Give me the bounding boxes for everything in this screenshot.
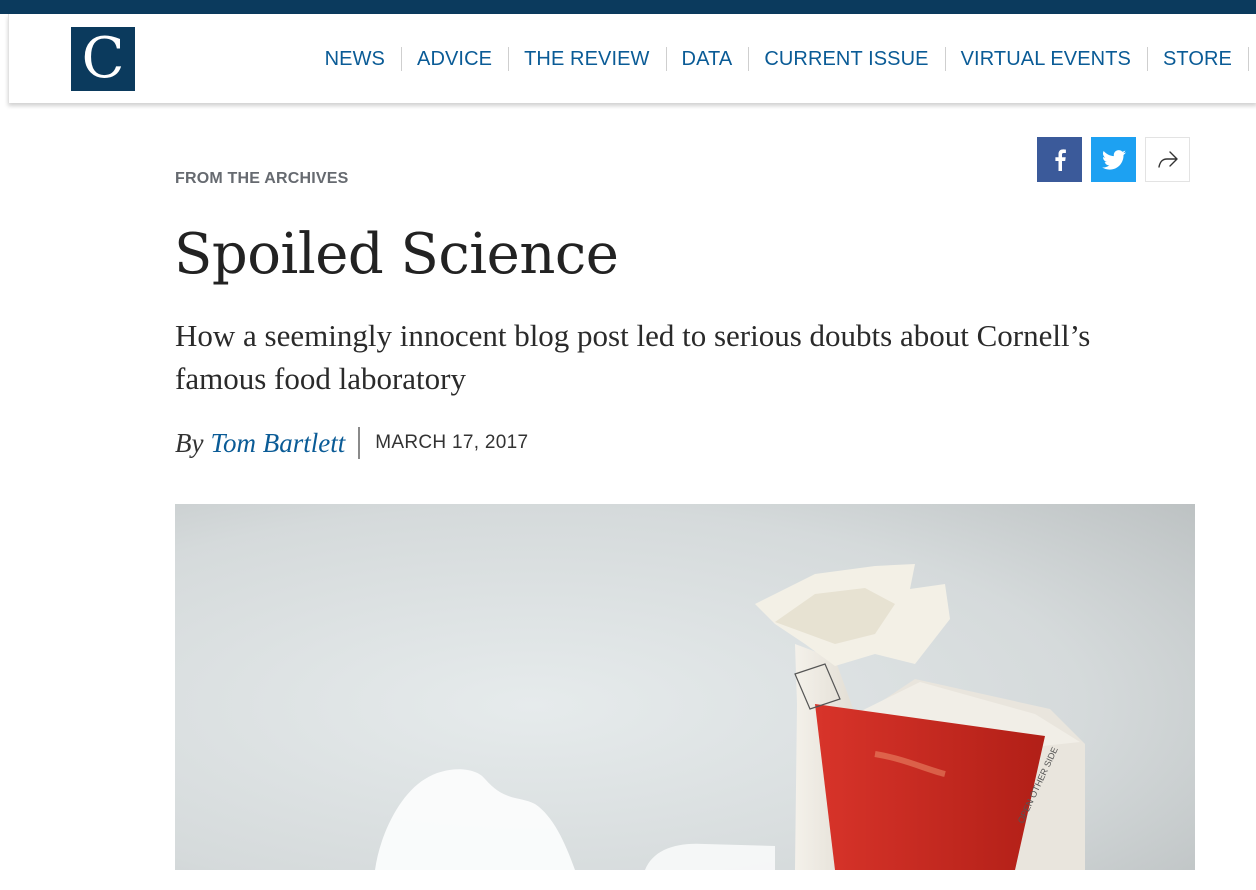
- hero-illustration: OPEN OTHER SIDE: [175, 504, 1195, 870]
- share-buttons: [1037, 137, 1190, 182]
- twitter-share-button[interactable]: [1091, 137, 1136, 182]
- logo-letter: C: [81, 26, 125, 91]
- share-button[interactable]: [1145, 137, 1190, 182]
- article-kicker: FROM THE ARCHIVES: [175, 170, 349, 187]
- nav-virtual-events[interactable]: VIRTUAL EVENTS: [944, 46, 1147, 71]
- nav-data[interactable]: DATA: [665, 46, 749, 71]
- facebook-share-button[interactable]: [1037, 137, 1082, 182]
- nav-store[interactable]: STORE: [1146, 46, 1248, 71]
- article-dek: How a seemingly innocent blog post led t…: [175, 318, 1091, 396]
- nav-current-issue[interactable]: CURRENT ISSUE: [748, 46, 944, 71]
- site-header: C NEWS ADVICE THE REVIEW DATA CURRENT IS…: [8, 14, 1256, 103]
- hero-image: OPEN OTHER SIDE: [175, 504, 1195, 870]
- byline-prefix: By: [175, 427, 204, 458]
- publish-date: MARCH 17, 2017: [375, 432, 529, 453]
- nav-the-review[interactable]: THE REVIEW: [508, 46, 665, 71]
- top-accent-bar: [0, 0, 1256, 14]
- site-logo[interactable]: C: [71, 27, 135, 91]
- author-link[interactable]: Tom Bartlett: [210, 428, 345, 459]
- nav-news[interactable]: NEWS: [309, 49, 401, 69]
- byline: By Tom Bartlett MARCH 17, 2017: [175, 424, 528, 462]
- article-title: Spoiled Science: [174, 222, 619, 287]
- nav-divider: [1248, 46, 1249, 71]
- facebook-icon: [1054, 148, 1066, 171]
- byline-divider: [358, 427, 361, 459]
- share-arrow-icon: [1157, 150, 1178, 168]
- nav-advice[interactable]: ADVICE: [401, 46, 508, 71]
- twitter-icon: [1101, 149, 1126, 170]
- main-nav: NEWS ADVICE THE REVIEW DATA CURRENT ISSU…: [309, 14, 1256, 103]
